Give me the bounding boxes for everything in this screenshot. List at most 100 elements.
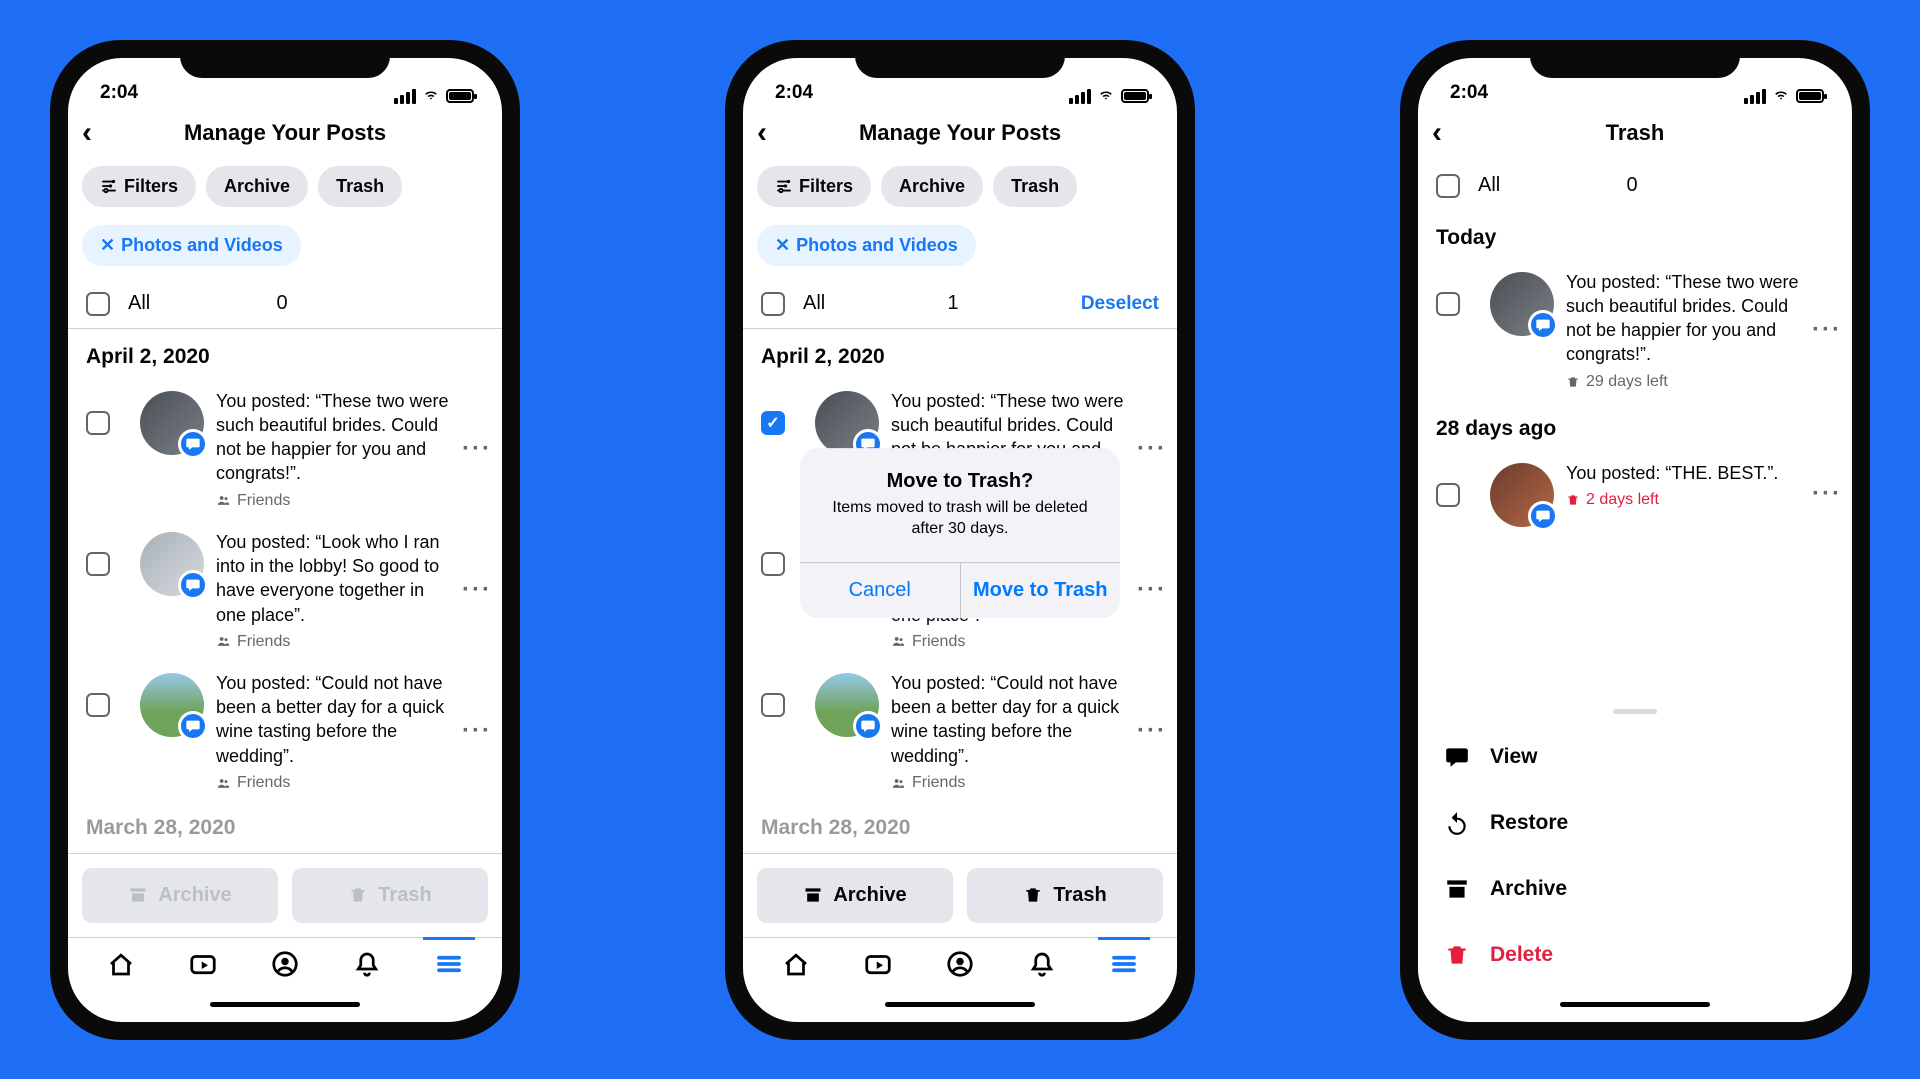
select-all-row[interactable]: All 0 [1418, 162, 1852, 210]
post-row[interactable]: You posted: “Could not have been a bette… [743, 661, 1177, 802]
chat-icon [1444, 744, 1470, 770]
post-thumbnail[interactable] [815, 391, 879, 455]
back-button[interactable]: ‹ [757, 118, 785, 148]
post-checkbox[interactable] [1436, 292, 1460, 316]
select-all-row[interactable]: All 1 Deselect [743, 280, 1177, 329]
close-icon[interactable]: ✕ [100, 235, 115, 256]
post-checkbox[interactable] [761, 411, 785, 435]
post-row[interactable]: You posted: “Could not have been a bette… [68, 661, 502, 802]
trash-chip[interactable]: Trash [993, 166, 1077, 207]
bell-icon [1027, 949, 1057, 979]
tab-home[interactable] [105, 948, 137, 980]
section-header: Today [1418, 210, 1852, 260]
trash-button[interactable]: Trash [967, 868, 1163, 923]
select-all-row[interactable]: All 0 [68, 280, 502, 329]
tab-profile[interactable] [944, 948, 976, 980]
post-checkbox[interactable] [86, 411, 110, 435]
bottom-actions: Archive Trash [743, 853, 1177, 937]
tab-watch[interactable] [862, 948, 894, 980]
tab-notifications[interactable] [351, 948, 383, 980]
more-button[interactable]: ··· [1812, 480, 1838, 508]
battery-icon [446, 89, 474, 103]
select-all-checkbox[interactable] [1436, 174, 1460, 198]
menu-icon [1109, 949, 1139, 979]
close-icon[interactable]: ✕ [775, 235, 790, 256]
tab-menu[interactable] [433, 948, 465, 980]
post-checkbox[interactable] [1436, 483, 1460, 507]
back-button[interactable]: ‹ [1432, 118, 1460, 148]
home-indicator[interactable] [1418, 988, 1852, 1022]
wifi-icon [1772, 89, 1790, 103]
post-text: You posted: “Could not have been a bette… [891, 671, 1125, 768]
home-indicator[interactable] [743, 988, 1177, 1022]
dialog-message: Items moved to trash will be deleted aft… [800, 497, 1120, 562]
active-filter-chip[interactable]: ✕ Photos and Videos [757, 225, 976, 266]
post-checkbox[interactable] [86, 693, 110, 717]
home-icon [781, 949, 811, 979]
notch [1530, 40, 1740, 78]
friends-icon [216, 634, 231, 649]
filters-chip[interactable]: Filters [757, 166, 871, 207]
post-audience: Friends [891, 633, 1125, 651]
sheet-restore[interactable]: Restore [1418, 790, 1852, 856]
post-thumbnail[interactable] [815, 673, 879, 737]
post-checkbox[interactable] [761, 552, 785, 576]
more-button[interactable]: ··· [1137, 576, 1163, 604]
dialog-cancel-button[interactable]: Cancel [800, 563, 961, 618]
friends-icon [891, 776, 906, 791]
tab-home[interactable] [780, 948, 812, 980]
sheet-handle[interactable] [1613, 709, 1657, 714]
post-row[interactable]: You posted: “Look who I ran into in the … [68, 520, 502, 661]
more-button[interactable]: ··· [462, 717, 488, 745]
phone-frame-2: 2:04 ‹ Manage Your Posts Filters Archive… [725, 40, 1195, 1040]
select-all-label: All [803, 292, 825, 315]
select-all-checkbox[interactable] [761, 292, 785, 316]
post-checkbox[interactable] [761, 693, 785, 717]
trash-button[interactable]: Trash [292, 868, 488, 923]
comment-badge-icon [853, 711, 883, 741]
archive-button[interactable]: Archive [757, 868, 953, 923]
posts-list: April 2, 2020 You posted: “These two wer… [68, 329, 502, 853]
post-thumbnail[interactable] [140, 532, 204, 596]
wifi-icon [422, 89, 440, 103]
sheet-delete[interactable]: Delete [1418, 922, 1852, 988]
more-button[interactable]: ··· [1137, 717, 1163, 745]
archive-chip[interactable]: Archive [206, 166, 308, 207]
active-filter-chip[interactable]: ✕ Photos and Videos [82, 225, 301, 266]
post-thumbnail[interactable] [1490, 272, 1554, 336]
deselect-button[interactable]: Deselect [1081, 293, 1159, 315]
post-row[interactable]: You posted: “THE. BEST.”. 2 days left ··… [1418, 451, 1852, 537]
tab-watch[interactable] [187, 948, 219, 980]
more-button[interactable]: ··· [1137, 435, 1163, 463]
post-checkbox[interactable] [86, 552, 110, 576]
status-time: 2:04 [775, 82, 813, 104]
tab-notifications[interactable] [1026, 948, 1058, 980]
post-row[interactable]: You posted: “These two were such beautif… [68, 379, 502, 520]
days-left: 29 days left [1566, 373, 1800, 391]
phone-frame-1: 2:04 ‹ Manage Your Posts Filters Archive… [50, 40, 520, 1040]
back-button[interactable]: ‹ [82, 118, 110, 148]
signal-bars-icon [1069, 89, 1091, 104]
select-all-checkbox[interactable] [86, 292, 110, 316]
archive-button[interactable]: Archive [82, 868, 278, 923]
post-row[interactable]: You posted: “These two were such beautif… [1418, 260, 1852, 401]
filters-chip[interactable]: Filters [82, 166, 196, 207]
more-button[interactable]: ··· [1812, 316, 1838, 344]
sheet-view[interactable]: View [1418, 724, 1852, 790]
post-thumbnail[interactable] [1490, 463, 1554, 527]
sheet-archive[interactable]: Archive [1418, 856, 1852, 922]
post-audience: Friends [216, 774, 450, 792]
trash-chip[interactable]: Trash [318, 166, 402, 207]
post-thumbnail[interactable] [140, 673, 204, 737]
tab-menu[interactable] [1108, 948, 1140, 980]
navbar: ‹ Manage Your Posts [743, 108, 1177, 162]
tab-profile[interactable] [269, 948, 301, 980]
more-button[interactable]: ··· [462, 435, 488, 463]
more-button[interactable]: ··· [462, 576, 488, 604]
home-indicator[interactable] [68, 988, 502, 1022]
post-text: You posted: “These two were such beautif… [1566, 270, 1800, 367]
post-thumbnail[interactable] [140, 391, 204, 455]
archive-icon [128, 885, 148, 905]
archive-chip[interactable]: Archive [881, 166, 983, 207]
dialog-confirm-button[interactable]: Move to Trash [961, 563, 1121, 618]
